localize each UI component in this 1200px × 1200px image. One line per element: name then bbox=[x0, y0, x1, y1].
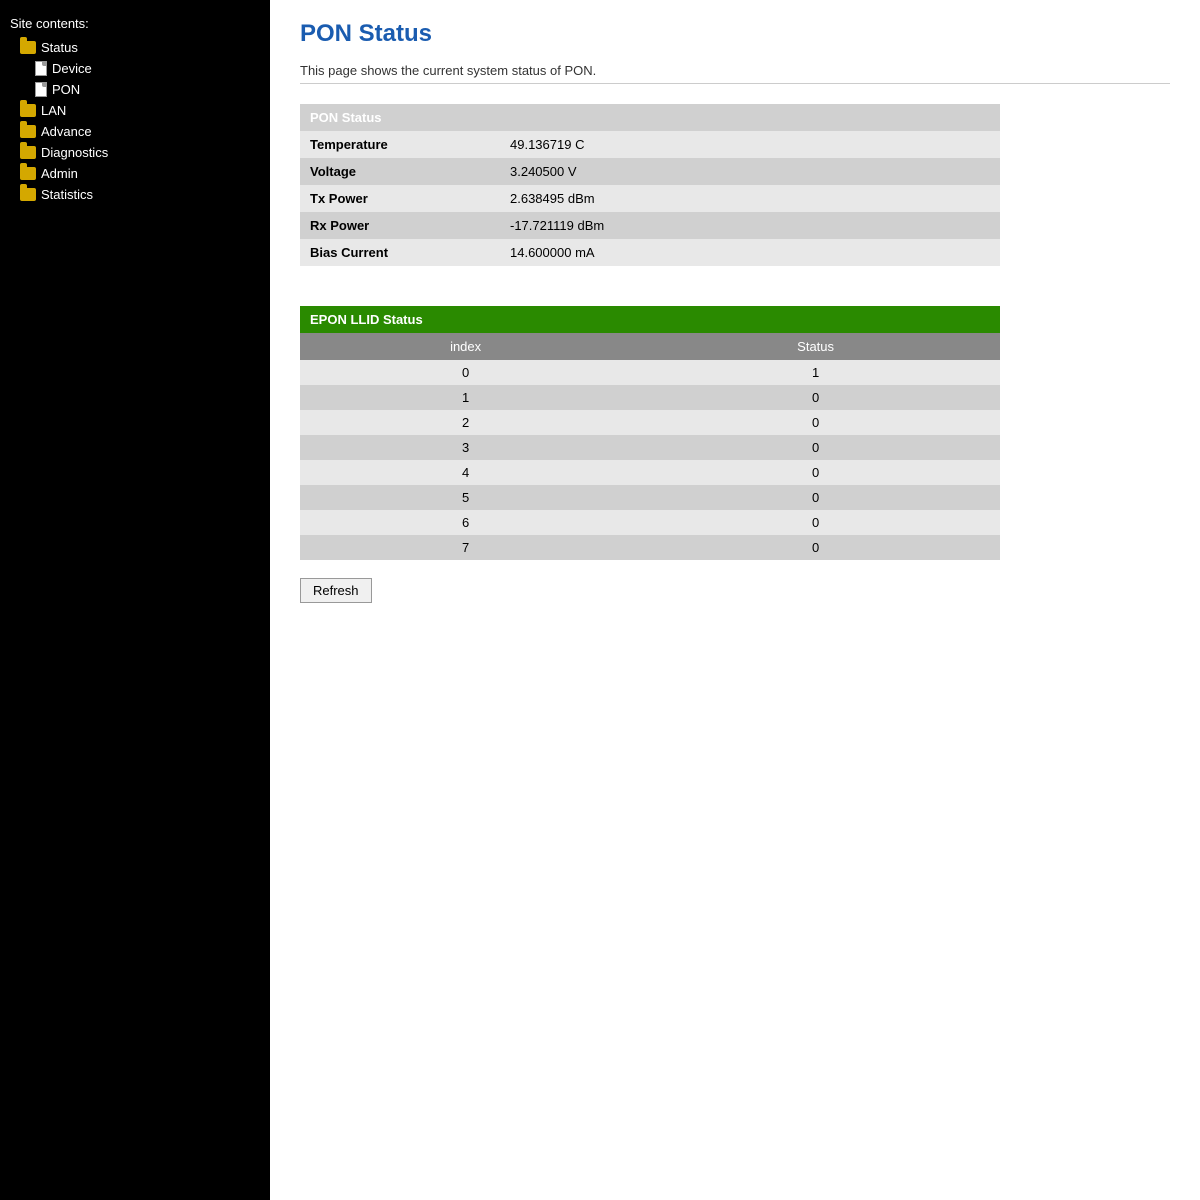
pon-table-header-row: PON Status bbox=[300, 104, 1000, 131]
sidebar-label-admin: Admin bbox=[41, 166, 78, 181]
epon-index-3: 3 bbox=[300, 435, 631, 460]
epon-col-index: index bbox=[300, 333, 631, 360]
epon-table-wrapper: EPON LLID Status index Status 0 1 1 0 2 … bbox=[300, 306, 1000, 575]
pon-value-voltage: 3.240500 V bbox=[500, 158, 1000, 185]
folder-icon-advance bbox=[20, 125, 36, 138]
table-row: 4 0 bbox=[300, 460, 1000, 485]
divider bbox=[300, 83, 1170, 84]
folder-icon-admin bbox=[20, 167, 36, 180]
table-row: Rx Power -17.721119 dBm bbox=[300, 212, 1000, 239]
pon-value-rxpower: -17.721119 dBm bbox=[500, 212, 1000, 239]
sidebar-label-device: Device bbox=[52, 61, 92, 76]
epon-status-5: 0 bbox=[631, 485, 1000, 510]
epon-index-1: 1 bbox=[300, 385, 631, 410]
doc-icon-pon bbox=[35, 82, 47, 97]
pon-table-header: PON Status bbox=[300, 104, 1000, 131]
doc-icon-device bbox=[35, 61, 47, 76]
table-row: 0 1 bbox=[300, 360, 1000, 385]
epon-index-6: 6 bbox=[300, 510, 631, 535]
table-row: 1 0 bbox=[300, 385, 1000, 410]
pon-label-voltage: Voltage bbox=[300, 158, 500, 185]
sidebar-label-statistics: Statistics bbox=[41, 187, 93, 202]
sidebar-item-advance[interactable]: Advance bbox=[0, 121, 270, 142]
folder-icon-lan bbox=[20, 104, 36, 117]
sidebar: Site contents: Status Device PON LAN Adv… bbox=[0, 0, 270, 1200]
table-row: Tx Power 2.638495 dBm bbox=[300, 185, 1000, 212]
epon-status-2: 0 bbox=[631, 410, 1000, 435]
epon-index-2: 2 bbox=[300, 410, 631, 435]
pon-status-table: PON Status Temperature 49.136719 C Volta… bbox=[300, 104, 1000, 266]
table-row: 2 0 bbox=[300, 410, 1000, 435]
pon-value-txpower: 2.638495 dBm bbox=[500, 185, 1000, 212]
pon-value-temperature: 49.136719 C bbox=[500, 131, 1000, 158]
sidebar-item-pon[interactable]: PON bbox=[0, 79, 270, 100]
sidebar-label-advance: Advance bbox=[41, 124, 92, 139]
refresh-button[interactable]: Refresh bbox=[300, 578, 372, 603]
table-row: Bias Current 14.600000 mA bbox=[300, 239, 1000, 266]
epon-status-3: 0 bbox=[631, 435, 1000, 460]
folder-icon-diagnostics bbox=[20, 146, 36, 159]
sidebar-label-diagnostics: Diagnostics bbox=[41, 145, 108, 160]
epon-status-6: 0 bbox=[631, 510, 1000, 535]
epon-llid-table: EPON LLID Status index Status 0 1 1 0 2 … bbox=[300, 306, 1000, 560]
epon-table-header: EPON LLID Status bbox=[300, 306, 1000, 333]
epon-table-header-row: EPON LLID Status bbox=[300, 306, 1000, 333]
epon-status-4: 0 bbox=[631, 460, 1000, 485]
pon-value-biascurrent: 14.600000 mA bbox=[500, 239, 1000, 266]
folder-icon-statistics bbox=[20, 188, 36, 201]
sidebar-item-device[interactable]: Device bbox=[0, 58, 270, 79]
sidebar-label-status: Status bbox=[41, 40, 78, 55]
table-row: Temperature 49.136719 C bbox=[300, 131, 1000, 158]
table-row: 6 0 bbox=[300, 510, 1000, 535]
page-title: PON Status bbox=[300, 20, 1170, 48]
table-row: Voltage 3.240500 V bbox=[300, 158, 1000, 185]
pon-label-temperature: Temperature bbox=[300, 131, 500, 158]
epon-index-4: 4 bbox=[300, 460, 631, 485]
pon-label-txpower: Tx Power bbox=[300, 185, 500, 212]
epon-index-0: 0 bbox=[300, 360, 631, 385]
table-row: 3 0 bbox=[300, 435, 1000, 460]
sidebar-item-admin[interactable]: Admin bbox=[0, 163, 270, 184]
main-content: PON Status This page shows the current s… bbox=[270, 0, 1200, 1200]
table-row: 5 0 bbox=[300, 485, 1000, 510]
epon-col-status: Status bbox=[631, 333, 1000, 360]
pon-label-rxpower: Rx Power bbox=[300, 212, 500, 239]
epon-col-header-row: index Status bbox=[300, 333, 1000, 360]
sidebar-label-pon: PON bbox=[52, 82, 80, 97]
sidebar-item-diagnostics[interactable]: Diagnostics bbox=[0, 142, 270, 163]
folder-icon bbox=[20, 41, 36, 54]
sidebar-item-statistics[interactable]: Statistics bbox=[0, 184, 270, 205]
epon-status-0: 1 bbox=[631, 360, 1000, 385]
sidebar-item-status[interactable]: Status bbox=[0, 37, 270, 58]
table-row: 7 0 bbox=[300, 535, 1000, 560]
sidebar-label-lan: LAN bbox=[41, 103, 66, 118]
epon-index-7: 7 bbox=[300, 535, 631, 560]
epon-index-5: 5 bbox=[300, 485, 631, 510]
epon-status-7: 0 bbox=[631, 535, 1000, 560]
sidebar-header: Site contents: bbox=[0, 10, 270, 37]
sidebar-item-lan[interactable]: LAN bbox=[0, 100, 270, 121]
epon-status-1: 0 bbox=[631, 385, 1000, 410]
pon-label-biascurrent: Bias Current bbox=[300, 239, 500, 266]
page-description: This page shows the current system statu… bbox=[300, 63, 1170, 78]
